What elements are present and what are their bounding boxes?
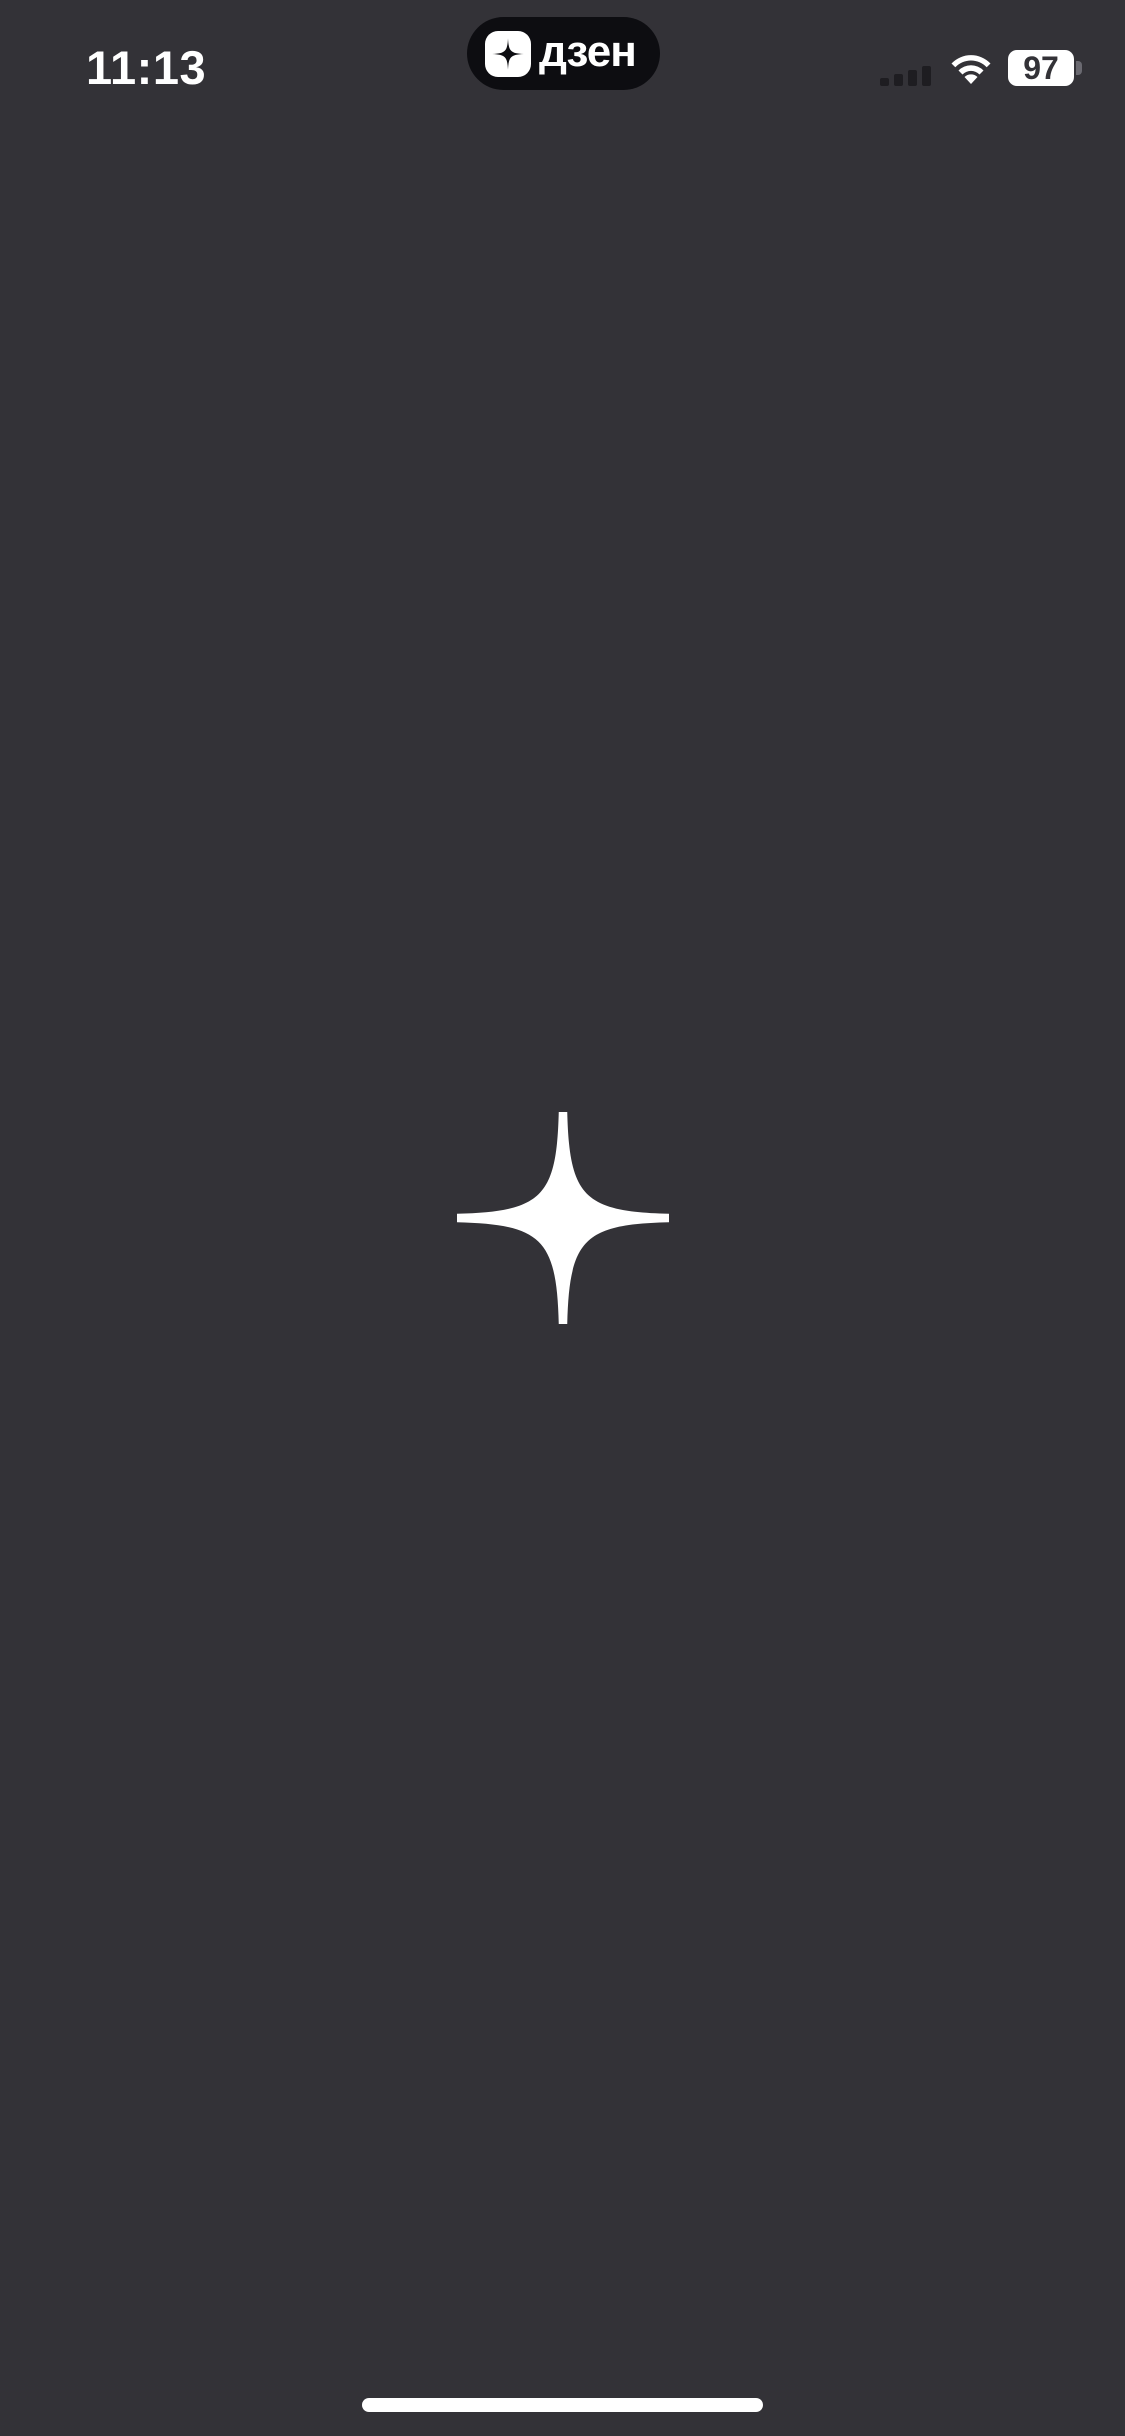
status-time: 11:13 <box>86 41 207 94</box>
splash-screen: 11:13 дзен 97 <box>0 0 1125 2436</box>
home-indicator[interactable] <box>362 2398 763 2412</box>
signal-icon <box>880 66 936 86</box>
dynamic-island-app-pill[interactable]: дзен <box>467 17 660 90</box>
zen-star-icon <box>457 1112 669 1324</box>
zen-logo-icon <box>485 31 531 77</box>
battery-level: 97 <box>1023 50 1059 86</box>
wifi-icon <box>951 55 991 84</box>
battery-icon: 97 <box>1008 50 1074 86</box>
battery-cap <box>1076 61 1082 75</box>
island-app-name: дзен <box>539 27 637 76</box>
